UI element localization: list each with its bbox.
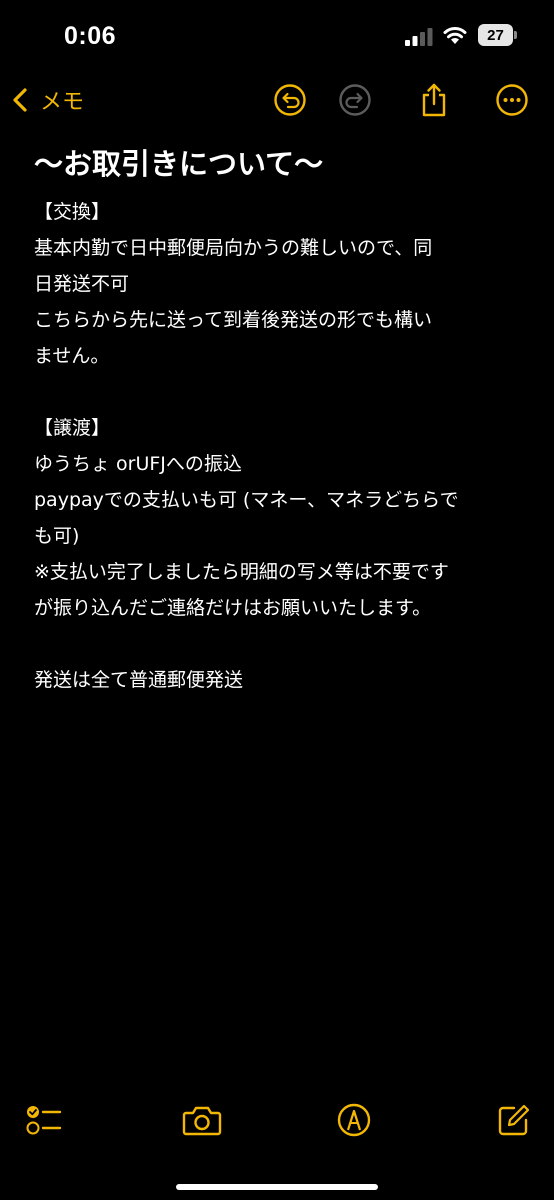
redo-icon xyxy=(339,84,371,116)
back-button[interactable]: メモ xyxy=(8,82,84,118)
battery-level: 27 xyxy=(478,24,513,46)
compose-button[interactable] xyxy=(494,1100,534,1140)
notes-screen: 0:06 27 メモ 〜お取引きについて〜 【交換】 基本内勤で日中郵便局向かう… xyxy=(0,0,554,1200)
status-time: 0:06 xyxy=(64,22,117,50)
note-line: ゆうちょ orUFJへの振込 xyxy=(34,453,242,475)
checklist-icon xyxy=(26,1106,62,1135)
note-line: が振り込んだご連絡だけはお願いいたします。 xyxy=(34,597,432,619)
note-line: 【譲渡】 xyxy=(34,417,111,439)
share-icon xyxy=(422,83,446,117)
bottom-toolbar xyxy=(0,1096,554,1146)
note-line: も可) xyxy=(34,525,80,547)
checklist-button[interactable] xyxy=(24,1100,64,1140)
redo-button[interactable] xyxy=(337,82,373,118)
more-icon xyxy=(496,84,528,116)
note-line: 日発送不可 xyxy=(34,273,130,295)
camera-icon xyxy=(182,1106,222,1136)
note-title[interactable]: 〜お取引きについて〜 xyxy=(34,140,534,188)
home-indicator xyxy=(176,1184,378,1190)
undo-button[interactable] xyxy=(272,82,308,118)
camera-button[interactable] xyxy=(182,1100,222,1140)
chevron-left-icon xyxy=(13,88,27,112)
status-bar: 0:06 27 xyxy=(0,0,554,70)
note-line: 【交換】 xyxy=(34,201,111,223)
note-line: ません。 xyxy=(34,345,110,367)
note-content[interactable]: 〜お取引きについて〜 【交換】 基本内勤で日中郵便局向かうの難しいので、同 日発… xyxy=(34,140,534,698)
compose-icon xyxy=(498,1104,530,1136)
more-button[interactable] xyxy=(494,82,530,118)
note-line: paypayでの支払いも可 (マネー、マネラどちらで xyxy=(34,489,459,511)
note-line xyxy=(34,626,534,662)
nav-bar: メモ xyxy=(0,72,554,128)
note-line: ※支払い完了しましたら明細の写メ等は不要です xyxy=(34,561,449,583)
wifi-icon xyxy=(443,27,467,44)
note-line: こちらから先に送って到着後発送の形でも構い xyxy=(34,309,433,331)
markup-pen-icon xyxy=(337,1103,371,1137)
cellular-signal-icon xyxy=(405,28,433,46)
note-body[interactable]: 【交換】 基本内勤で日中郵便局向かうの難しいので、同 日発送不可 こちらから先に… xyxy=(34,194,534,698)
note-line xyxy=(34,374,534,410)
back-label: メモ xyxy=(40,90,85,115)
note-line: 発送は全て普通郵便発送 xyxy=(34,669,244,691)
note-line: 基本内勤で日中郵便局向かうの難しいので、同 xyxy=(34,237,433,259)
markup-button[interactable] xyxy=(334,1100,374,1140)
battery-icon: 27 xyxy=(478,24,518,46)
share-button[interactable] xyxy=(416,82,452,118)
undo-icon xyxy=(274,84,306,116)
